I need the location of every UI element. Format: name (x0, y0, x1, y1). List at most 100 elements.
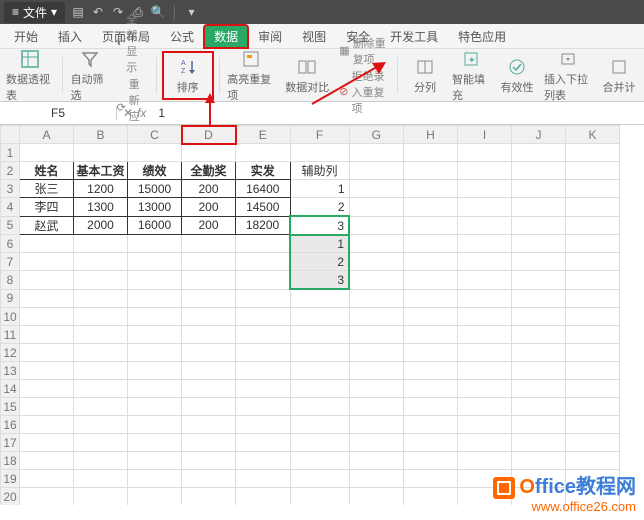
merge-icon (610, 56, 628, 78)
cell[interactable]: 13000 (128, 198, 182, 217)
cell[interactable]: 14500 (236, 198, 291, 217)
pivot-button[interactable]: 数据透视表 (6, 48, 54, 103)
row-header[interactable]: 13 (1, 362, 20, 380)
tab-devtools[interactable]: 开发工具 (380, 25, 448, 48)
pivot-label: 数据透视表 (6, 71, 54, 103)
row-header[interactable]: 2 (1, 162, 20, 180)
cell[interactable]: 1 (290, 235, 349, 253)
cell[interactable]: 2 (290, 198, 349, 217)
row-header[interactable]: 1 (1, 144, 20, 162)
cell[interactable]: 张三 (20, 180, 74, 198)
tab-view[interactable]: 视图 (292, 25, 336, 48)
smartfill-button[interactable]: ✦ 智能填充 (452, 48, 490, 103)
separator (62, 57, 63, 93)
col-header-J[interactable]: J (512, 126, 566, 144)
tab-special[interactable]: 特色应用 (448, 25, 516, 48)
active-cell[interactable]: 3 (290, 216, 349, 235)
validity-label: 有效性 (501, 79, 534, 95)
preview-icon[interactable]: 🔍 (151, 5, 165, 19)
watermark-brand-rest: ffice教程网 (535, 476, 636, 498)
cell[interactable]: 赵武 (20, 216, 74, 235)
cell[interactable]: 16000 (128, 216, 182, 235)
sort-button[interactable]: AZ 排序 (165, 54, 211, 97)
row-header[interactable]: 8 (1, 271, 20, 290)
funnel-icon (81, 48, 99, 70)
del-dup-button[interactable]: ▦删除重复项 (339, 35, 389, 67)
row-header[interactable]: 4 (1, 198, 20, 217)
tab-home[interactable]: 开始 (4, 25, 48, 48)
save-icon[interactable]: ▤ (71, 5, 85, 19)
row-header[interactable]: 7 (1, 253, 20, 271)
cell[interactable]: 2000 (74, 216, 128, 235)
cell[interactable]: 实发 (236, 162, 291, 180)
row-header[interactable]: 3 (1, 180, 20, 198)
dropdown-button[interactable]: 插入下拉列表 (544, 48, 592, 103)
cell[interactable]: 16400 (236, 180, 291, 198)
tab-data[interactable]: 数据 (204, 25, 248, 48)
formula-value[interactable]: 1 (152, 106, 644, 120)
row-header[interactable]: 14 (1, 380, 20, 398)
col-header-C[interactable]: C (128, 126, 182, 144)
col-header-E[interactable]: E (236, 126, 291, 144)
cell[interactable]: 姓名 (20, 162, 74, 180)
cell[interactable]: 15000 (128, 180, 182, 198)
row-header[interactable]: 19 (1, 470, 20, 488)
qat-more-icon[interactable]: ▾ (185, 5, 199, 19)
tab-formula[interactable]: 公式 (160, 25, 204, 48)
cell[interactable]: 200 (182, 198, 236, 217)
showall-button[interactable]: ◐全部显示 (117, 11, 149, 75)
cell[interactable]: 绩效 (128, 162, 182, 180)
autofilter-button[interactable]: 自动筛选 (71, 48, 109, 103)
worksheet[interactable]: A B C D E F G H I J K 1 2 姓名 基本工资 绩效 全勤奖… (0, 125, 644, 505)
row-header[interactable]: 10 (1, 308, 20, 326)
cell[interactable]: 18200 (236, 216, 291, 235)
row-header[interactable]: 9 (1, 289, 20, 308)
cell[interactable]: 2 (290, 253, 349, 271)
row-header[interactable]: 20 (1, 488, 20, 506)
compare-button[interactable]: 数据对比 (283, 56, 331, 95)
row-header[interactable]: 16 (1, 416, 20, 434)
col-header-B[interactable]: B (74, 126, 128, 144)
tab-insert[interactable]: 插入 (48, 25, 92, 48)
cell[interactable]: 200 (182, 216, 236, 235)
row-header[interactable]: 12 (1, 344, 20, 362)
name-box[interactable]: F5 (0, 106, 117, 120)
cell[interactable]: 1300 (74, 198, 128, 217)
col-header-I[interactable]: I (458, 126, 512, 144)
tab-review[interactable]: 审阅 (248, 25, 292, 48)
row-header[interactable]: 5 (1, 216, 20, 235)
col-header-K[interactable]: K (566, 126, 620, 144)
validity-button[interactable]: 有效性 (498, 56, 536, 95)
row-header[interactable]: 17 (1, 434, 20, 452)
row-header[interactable]: 11 (1, 326, 20, 344)
cell[interactable]: 1200 (74, 180, 128, 198)
cell[interactable]: 李四 (20, 198, 74, 217)
col-header-A[interactable]: A (20, 126, 74, 144)
quick-access-toolbar: ≡ 文件 ▾ ▤ ↶ ↷ ⎙ 🔍 │ ▾ (0, 0, 644, 24)
col-header-F[interactable]: F (290, 126, 349, 144)
highlight-dup-button[interactable]: 高亮重复项 (227, 48, 275, 103)
split-button[interactable]: 分列 (406, 56, 444, 95)
select-all-corner[interactable] (1, 126, 20, 144)
cell[interactable]: 辅助列 (290, 162, 349, 180)
col-header-G[interactable]: G (349, 126, 404, 144)
file-menu[interactable]: ≡ 文件 ▾ (4, 2, 65, 23)
row-header[interactable]: 18 (1, 452, 20, 470)
reject-dup-button[interactable]: ⊘拒绝录入重复项 (339, 68, 389, 116)
col-header-D[interactable]: D (182, 126, 236, 144)
cell[interactable]: 1 (290, 180, 349, 198)
undo-icon[interactable]: ↶ (91, 5, 105, 19)
pivot-icon (20, 48, 40, 70)
row-header[interactable]: 15 (1, 398, 20, 416)
cell[interactable]: 3 (290, 271, 349, 290)
cell[interactable]: 基本工资 (74, 162, 128, 180)
row-header[interactable]: 6 (1, 235, 20, 253)
merge-label: 合并计 (603, 79, 636, 95)
cell[interactable]: 200 (182, 180, 236, 198)
col-header-H[interactable]: H (404, 126, 458, 144)
file-menu-label: 文件 (23, 4, 47, 21)
grid[interactable]: A B C D E F G H I J K 1 2 姓名 基本工资 绩效 全勤奖… (0, 125, 620, 505)
merge-calc-button[interactable]: 合并计 (600, 56, 638, 95)
watermark-brand-first: O (519, 476, 535, 498)
cell[interactable]: 全勤奖 (182, 162, 236, 180)
